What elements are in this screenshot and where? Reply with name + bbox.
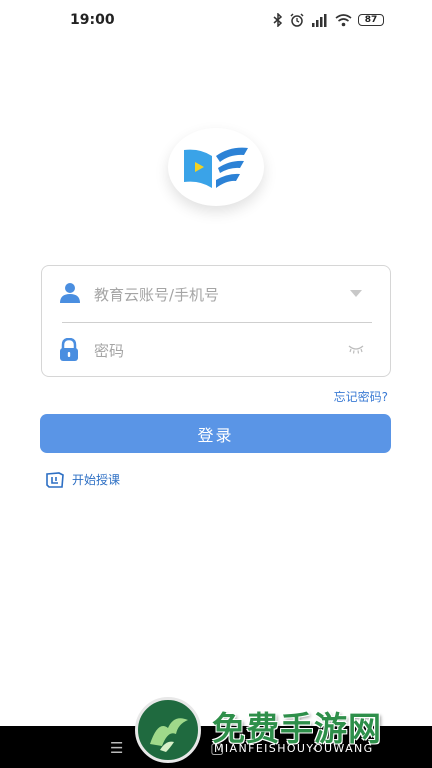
chevron-down-icon[interactable] [350, 290, 362, 297]
password-input[interactable] [92, 336, 326, 366]
app-logo-icon [184, 147, 248, 188]
menu-icon[interactable]: ☰ [110, 739, 123, 757]
forgot-password-link[interactable]: 忘记密码? [334, 388, 388, 405]
user-icon [60, 283, 80, 303]
battery-indicator: 87 [358, 14, 384, 26]
status-icons: 87 [273, 13, 384, 27]
watermark-logo [135, 697, 201, 763]
teach-icon [46, 471, 64, 488]
status-bar: 19:00 87 [0, 0, 432, 40]
start-teaching-link[interactable]: 开始授课 [46, 471, 120, 488]
start-teaching-label: 开始授课 [72, 473, 121, 487]
account-input[interactable] [92, 280, 326, 310]
password-row [42, 322, 390, 378]
eye-closed-icon[interactable] [348, 343, 364, 355]
watermark-logo-icon [150, 718, 188, 752]
watermark-subtitle: MIANFEISHOUYOUWANG [214, 742, 374, 755]
wifi-icon [335, 13, 352, 26]
login-button[interactable]: 登录 [40, 414, 391, 453]
lock-icon [60, 338, 78, 361]
alarm-icon [290, 13, 304, 27]
bluetooth-icon [273, 13, 283, 27]
app-logo [168, 128, 264, 206]
account-row [42, 266, 390, 322]
status-time: 19:00 [70, 12, 115, 28]
signal-icon [312, 14, 327, 27]
login-form [41, 265, 391, 377]
